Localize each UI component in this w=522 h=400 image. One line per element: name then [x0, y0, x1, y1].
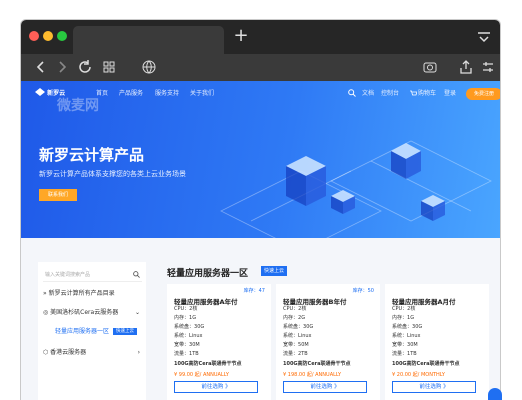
isometric-servers-illustration: [220, 140, 492, 238]
sidebar-item-label: 新罗云计算所有产品目录: [48, 290, 115, 297]
nav-login[interactable]: 登录: [444, 90, 456, 98]
sidebar-item-label: 香港云服务器: [50, 349, 87, 356]
hero-banner: 新罗云 微麦网 首页 产品服务 服务支持 关于我们 文档 控制台 购物车 登录 …: [21, 81, 500, 238]
spec-cpu: CPU：2核: [392, 306, 416, 312]
screenshot-icon[interactable]: [422, 59, 438, 75]
web-page: 新罗云 微麦网 首页 产品服务 服务支持 关于我们 文档 控制台 购物车 登录 …: [21, 81, 500, 400]
browser-window: + 新罗云 微麦网 首页 产品服务 服务支持 关于我们 文档 控制台 购物车 登…: [20, 19, 501, 400]
chat-support-icon[interactable]: [488, 388, 502, 400]
product-card: 库存：47 轻量应用服务器A年付 CPU：2核 内存：1G 系统盘：30G 系统…: [167, 284, 271, 400]
search-icon[interactable]: [348, 89, 356, 97]
logo-icon: [35, 88, 45, 96]
spec-traffic: 流量：1TB: [174, 351, 199, 357]
stock-count: 库存：50: [352, 288, 374, 294]
spec-traffic: 流量：2TB: [283, 351, 308, 357]
sidebar-item-lightweight-zone1[interactable]: 轻量应用服务器一区 快速上云: [43, 328, 142, 336]
browser-tab[interactable]: [73, 26, 224, 54]
spec-line: 100G高防Cera联通骨干节点: [283, 361, 351, 367]
double-chevron-icon: »: [43, 290, 47, 297]
tab-menu-icon[interactable]: [476, 30, 492, 44]
spec-traffic: 流量：1TB: [392, 351, 417, 357]
nav-home[interactable]: 首页: [96, 90, 108, 98]
cart-icon[interactable]: [410, 90, 417, 97]
sidebar-item-hongkong[interactable]: ⬡ 香港云服务器 ›: [43, 349, 142, 357]
cube-icon: ⬡: [43, 349, 49, 356]
globe-small-icon: ◎: [43, 309, 49, 316]
spec-os: 系统：Linux: [174, 333, 203, 339]
settings-sliders-icon[interactable]: [480, 59, 496, 75]
minimize-window-button[interactable]: [43, 31, 53, 41]
stock-count: 库存：47: [243, 288, 265, 294]
price: ¥ 20.00 起/ MONTHLY: [392, 372, 445, 378]
spec-os: 系统：Linux: [283, 333, 312, 339]
nav-docs[interactable]: 文档: [362, 90, 374, 98]
nav-about[interactable]: 关于我们: [190, 90, 214, 98]
spec-bandwidth: 宽带：50M: [283, 342, 309, 348]
buy-button[interactable]: 前往选购 》: [283, 381, 367, 393]
spec-memory: 内存：1G: [174, 315, 197, 321]
new-tab-button[interactable]: +: [231, 27, 251, 47]
product-name: 轻量应用服务器B年付: [283, 298, 347, 306]
spec-bandwidth: 宽带：30M: [392, 342, 418, 348]
product-card: 库存：50 轻量应用服务器B年付 CPU：2核 内存：2G 系统盘：30G 系统…: [276, 284, 380, 400]
spec-disk: 系统盘：30G: [392, 324, 423, 330]
globe-icon[interactable]: [141, 59, 157, 75]
tab-overview-icon[interactable]: [101, 59, 117, 75]
sidebar-item-label: 轻量应用服务器一区: [55, 328, 110, 335]
product-area: 输入关键词搜索产品 » 新罗云计算所有产品目录 ◎ 美国洛杉矶Cera云服务器 …: [21, 238, 500, 400]
product-search-input[interactable]: 输入关键词搜索产品: [43, 268, 142, 282]
buy-button[interactable]: 前往选购 》: [392, 381, 476, 393]
sidebar-item-all-products[interactable]: » 新罗云计算所有产品目录: [43, 290, 142, 298]
price: ¥ 99.00 起/ ANNUALLY: [174, 372, 229, 378]
hero-title: 新罗云计算产品: [39, 146, 145, 164]
sidebar-item-label: 美国洛杉矶Cera云服务器: [50, 309, 119, 316]
share-icon[interactable]: [458, 59, 474, 75]
nav-cart[interactable]: 购物车: [418, 90, 436, 98]
section-title: 轻量应用服务器一区: [167, 269, 249, 279]
hero-subtitle: 新罗云计算产品体系支撑您的各类上云业务场景: [39, 170, 186, 178]
price: ¥ 198.00 起/ ANNUALLY: [283, 372, 342, 378]
spec-bandwidth: 宽带：30M: [174, 342, 200, 348]
title-bar: +: [21, 20, 500, 54]
spec-line: 100G高防Cera联通骨干节点: [392, 361, 460, 367]
chevron-down-icon: ⌄: [134, 309, 140, 316]
spec-os: 系统：Linux: [392, 333, 421, 339]
close-window-button[interactable]: [29, 31, 39, 41]
spec-disk: 系统盘：30G: [283, 324, 314, 330]
section-badge: 快速上云: [261, 266, 288, 276]
product-card: 轻量应用服务器A月付 CPU：2核 内存：1G 系统盘：30G 系统：Linux…: [385, 284, 489, 400]
watermark: 微麦网: [57, 98, 99, 114]
sidebar-search-icon[interactable]: [133, 271, 140, 278]
buy-button[interactable]: 前往选购 》: [174, 381, 258, 393]
spec-disk: 系统盘：30G: [174, 324, 205, 330]
forward-icon[interactable]: [54, 59, 70, 75]
product-name: 轻量应用服务器A年付: [174, 298, 238, 306]
chevron-right-icon: ›: [137, 349, 140, 356]
spec-memory: 内存：1G: [392, 315, 415, 321]
sidebar-item-la-cera[interactable]: ◎ 美国洛杉矶Cera云服务器 ⌄: [43, 309, 142, 317]
nav-products[interactable]: 产品服务: [119, 90, 143, 98]
nav-console[interactable]: 控制台: [381, 90, 399, 98]
reload-icon[interactable]: [77, 59, 93, 75]
spec-memory: 内存：2G: [283, 315, 306, 321]
nav-support[interactable]: 服务支持: [155, 90, 179, 98]
spec-cpu: CPU：2核: [283, 306, 307, 312]
spec-cpu: CPU：2核: [174, 306, 198, 312]
back-icon[interactable]: [33, 59, 49, 75]
product-name: 轻量应用服务器A月付: [392, 298, 456, 306]
search-placeholder: 输入关键词搜索产品: [45, 272, 91, 278]
contact-button[interactable]: 联系我们: [39, 189, 77, 201]
quick-badge: 快速上云: [113, 328, 138, 335]
spec-line: 100G高防Cera联通骨干节点: [174, 361, 242, 367]
product-sidebar: 输入关键词搜索产品 » 新罗云计算所有产品目录 ◎ 美国洛杉矶Cera云服务器 …: [38, 262, 146, 400]
zoom-window-button[interactable]: [57, 31, 67, 41]
register-button[interactable]: 免费注册: [466, 88, 500, 100]
site-nav: 新罗云 微麦网 首页 产品服务 服务支持 关于我们 文档 控制台 购物车 登录 …: [21, 81, 500, 114]
browser-toolbar: [21, 54, 500, 81]
